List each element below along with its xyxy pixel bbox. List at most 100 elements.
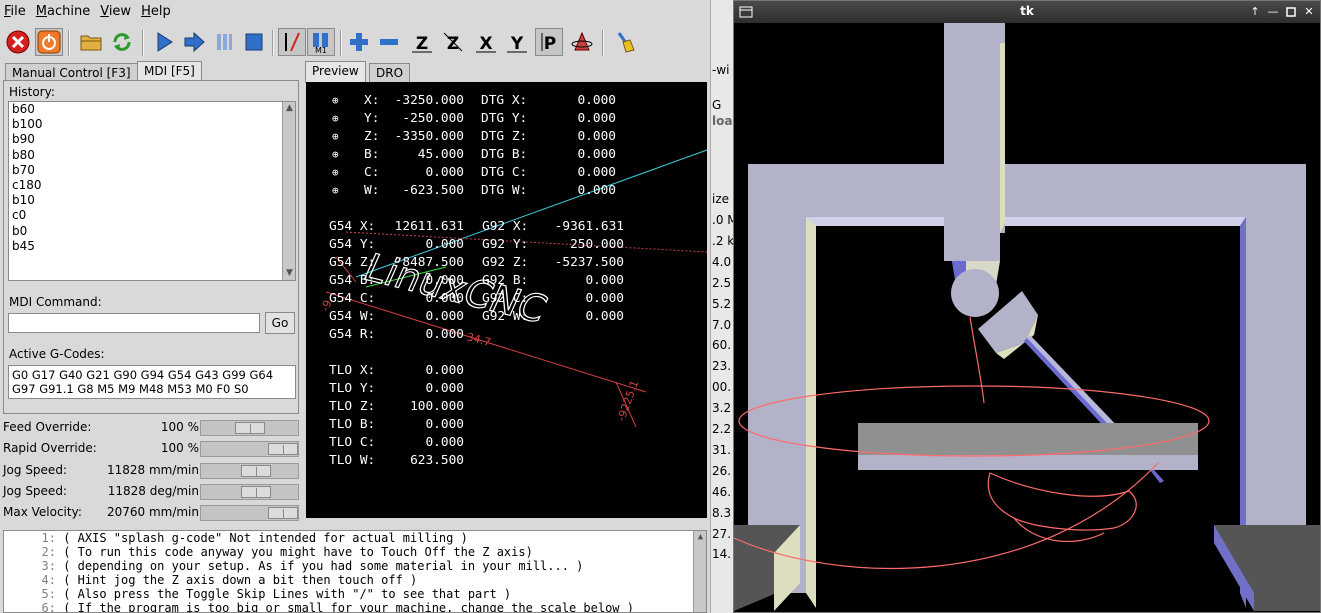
slider-thumb[interactable]	[234, 422, 265, 434]
rotate-view-button[interactable]	[568, 28, 596, 56]
program-line[interactable]: 3: ( depending on your setup. As if you …	[4, 559, 706, 573]
step-button[interactable]	[180, 28, 208, 56]
program-line[interactable]: 1: ( AXIS "splash g-code" Not intended f…	[4, 531, 706, 545]
slider-thumb[interactable]	[241, 464, 272, 477]
slider-thumb[interactable]	[268, 443, 298, 456]
program-listing[interactable]: 1: ( AXIS "splash g-code" Not intended f…	[3, 530, 707, 613]
view-perspective-button[interactable]: P	[535, 28, 563, 56]
svg-text:P: P	[544, 34, 556, 54]
slider-thumb[interactable]	[268, 507, 298, 520]
scroll-up-icon[interactable]: ▲	[695, 532, 706, 543]
stop-button[interactable]	[240, 28, 268, 56]
maximize-icon[interactable]	[1284, 5, 1298, 19]
override-slider[interactable]	[200, 441, 299, 458]
program-line[interactable]: 6: ( If the program is too big or small …	[4, 601, 706, 613]
override-slider[interactable]	[200, 483, 299, 500]
override-slider[interactable]	[200, 462, 299, 479]
history-item[interactable]: b45	[9, 239, 295, 254]
history-item[interactable]: b10	[9, 193, 295, 208]
line-text: ( If the program is too big or small for…	[63, 601, 634, 613]
line-number: 5:	[41, 587, 56, 601]
history-item[interactable]: b60	[9, 102, 295, 117]
close-icon[interactable]: ✕	[1302, 5, 1316, 19]
override-slider[interactable]	[200, 505, 299, 522]
keep-above-icon[interactable]: ↑	[1248, 5, 1262, 19]
clear-backplot-button[interactable]	[611, 28, 639, 56]
zoom-out-button[interactable]	[375, 28, 403, 56]
optional-stop-toggle[interactable]: M1	[307, 28, 335, 56]
program-line[interactable]: 5: ( Also press the Toggle Skip Lines wi…	[4, 587, 706, 601]
dro-g54-label: G54 B:	[329, 273, 376, 288]
view-z-button[interactable]: Z	[408, 28, 436, 56]
machine-power-button[interactable]	[35, 28, 63, 56]
estop-button[interactable]	[4, 28, 32, 56]
background-size-cell: 26.	[712, 463, 732, 478]
history-item[interactable]: b80	[9, 148, 295, 163]
dro-dtg-label: DTG Z:	[481, 129, 528, 144]
history-scrollbar[interactable]: ▲ ▼	[282, 102, 295, 280]
run-program-button[interactable]	[150, 28, 178, 56]
history-item[interactable]: b90	[9, 132, 295, 147]
mdi-command-input[interactable]	[8, 313, 260, 333]
tool-tip	[1150, 470, 1164, 483]
minimize-icon[interactable]: —	[1266, 5, 1280, 19]
dro-g54-label: G54 W:	[329, 309, 376, 324]
dro-g92-value: 0.000	[585, 309, 624, 324]
program-line[interactable]: 2: ( To run this code anyway you might h…	[4, 545, 706, 559]
override-row: Jog Speed: 11828 mm/min	[3, 461, 299, 481]
go-button[interactable]: Go	[265, 312, 295, 334]
machine-3d-view[interactable]	[734, 23, 1320, 612]
line-number: 6:	[41, 601, 56, 613]
program-scrollbar[interactable]: ▲	[693, 531, 706, 612]
tab-preview[interactable]: Preview	[305, 61, 366, 83]
tab-dro[interactable]: DRO	[369, 63, 411, 83]
override-slider[interactable]	[200, 420, 299, 436]
view-x-button[interactable]: X	[472, 28, 500, 56]
dro-tlo-label: TLO W:	[329, 453, 376, 468]
menu-machine[interactable]: Machine	[36, 4, 90, 19]
scroll-down-icon[interactable]: ▼	[284, 268, 295, 279]
toolbar: M1 Z Z X Y P	[0, 24, 710, 62]
background-size-cell: 2.2	[712, 422, 732, 436]
background-size-cell: 8.3	[712, 505, 732, 520]
zoom-in-button[interactable]	[345, 28, 373, 56]
dro-tlo-label: TLO Y:	[329, 381, 376, 396]
pause-button[interactable]	[210, 28, 238, 56]
line-text: ( To run this code anyway you might have…	[63, 545, 533, 559]
preview-canvas[interactable]: -9225.1 34.7 -9 LinuxCNC ⊕ X: -3250.000 DTG…	[306, 82, 707, 518]
dro-axis-value: -3250.000	[394, 93, 464, 108]
toolbar-separator	[602, 30, 604, 56]
reload-button[interactable]	[108, 28, 136, 56]
dro-g54-value: 0.000	[425, 237, 464, 252]
history-item[interactable]: b70	[9, 163, 295, 178]
program-line[interactable]: 4: ( Hint jog the Z axis down a bit then…	[4, 573, 706, 587]
slider-thumb[interactable]	[241, 485, 272, 498]
active-gcodes-field[interactable]: G0 G17 G40 G21 G90 G94 G54 G43 G99 G64 G…	[8, 365, 296, 399]
history-item[interactable]: c180	[9, 178, 295, 193]
background-size-cell: 60.	[712, 338, 732, 353]
history-list[interactable]: b60 b100 b90 b80 b70 c180 b10 c0 b0 b45 ▲ ▼	[8, 101, 296, 281]
history-item[interactable]: c0	[9, 208, 295, 223]
view-z2-button[interactable]: Z	[439, 28, 467, 56]
scroll-up-icon[interactable]: ▲	[284, 103, 295, 114]
history-item[interactable]: b0	[9, 224, 295, 239]
background-size-cell: 3.2	[712, 401, 732, 416]
menu-help[interactable]: Help	[141, 4, 171, 19]
b-axis-joint	[951, 269, 999, 317]
menu-file[interactable]: File	[4, 4, 26, 19]
history-label: History:	[9, 85, 55, 99]
toolbar-separator	[142, 30, 144, 56]
menu-view[interactable]: View	[100, 4, 131, 19]
skip-lines-toggle[interactable]	[278, 28, 306, 56]
dro-axis-value: 45.000	[417, 147, 464, 162]
dro-g92-label: G92 C:	[482, 291, 529, 306]
open-file-button[interactable]	[77, 28, 105, 56]
dro-g54-value: 8487.500	[402, 255, 464, 270]
history-item[interactable]: b100	[9, 117, 295, 132]
power-icon	[37, 30, 61, 54]
line-text: ( Hint jog the Z axis down a bit then to…	[63, 573, 418, 587]
view-x-icon: X	[476, 34, 496, 54]
view-y-button[interactable]: Y	[503, 28, 531, 56]
tk-titlebar[interactable]: tk ↑ — ✕	[734, 1, 1320, 23]
dro-g92-label: G92 X:	[482, 219, 529, 234]
